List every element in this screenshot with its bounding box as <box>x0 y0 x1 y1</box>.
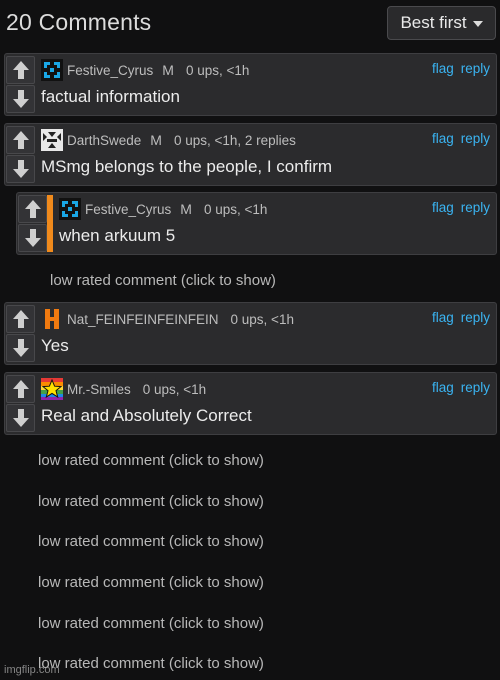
comment-text: when arkuum 5 <box>59 226 176 245</box>
comment-text: MSmg belongs to the people, I confirm <box>41 157 333 176</box>
upvote-button[interactable] <box>6 126 35 154</box>
downvote-button[interactable] <box>18 224 47 252</box>
vote-controls <box>17 193 49 254</box>
comment-username[interactable]: Mr.-Smiles <box>67 382 131 397</box>
comment-actions: flag reply <box>432 380 490 395</box>
flag-link[interactable]: flag <box>432 380 454 395</box>
downvote-button[interactable] <box>6 155 35 183</box>
low-rated-comment-toggle[interactable]: low rated comment (click to show) <box>38 574 264 591</box>
comment: Festive_Cyrus M 0 ups, <1h flag reply fa… <box>4 53 497 116</box>
comments-count-title: 20 Comments <box>6 9 152 35</box>
comment-meta: DarthSwede M 0 ups, <1h, 2 replies <box>41 129 296 151</box>
reply-comment: Festive_Cyrus M 0 ups, <1h flag reply wh… <box>16 192 497 255</box>
comment-actions: flag reply <box>432 200 490 215</box>
comment-meta: Festive_Cyrus M 0 ups, <1h <box>59 198 268 220</box>
comment-actions: flag reply <box>432 61 490 76</box>
blue-bracket-avatar-icon[interactable] <box>59 198 81 220</box>
comment: DarthSwede M 0 ups, <1h, 2 replies flag … <box>4 123 497 186</box>
low-rated-comment-toggle[interactable]: low rated comment (click to show) <box>38 533 264 550</box>
arrow-up-icon <box>12 131 29 149</box>
reply-link[interactable]: reply <box>461 380 490 395</box>
comments-header: 20 Comments Best first <box>0 0 500 46</box>
arrow-up-icon <box>12 61 29 79</box>
arrow-down-icon <box>12 160 29 178</box>
vote-controls <box>5 373 37 434</box>
low-rated-comment-toggle[interactable]: low rated comment (click to show) <box>38 493 264 510</box>
comment-actions: flag reply <box>432 131 490 146</box>
reply-link[interactable]: reply <box>461 200 490 215</box>
comment-info: 0 ups, <1h <box>230 311 294 327</box>
comment-username[interactable]: Festive_Cyrus <box>67 63 153 78</box>
arrow-down-icon <box>24 229 41 247</box>
vote-controls <box>5 303 37 364</box>
flag-link[interactable]: flag <box>432 131 454 146</box>
upvote-button[interactable] <box>6 56 35 84</box>
comment-info: 0 ups, <1h, 2 replies <box>173 132 296 148</box>
flag-link[interactable]: flag <box>432 310 454 325</box>
upvote-button[interactable] <box>6 305 35 333</box>
downvote-button[interactable] <box>6 404 35 432</box>
upvote-button[interactable] <box>18 195 47 223</box>
mod-badge: M <box>180 201 192 217</box>
flag-link[interactable]: flag <box>432 61 454 76</box>
comment-text: Yes <box>41 336 69 355</box>
comment-username[interactable]: Festive_Cyrus <box>85 202 171 217</box>
low-rated-comment-toggle[interactable]: low rated comment (click to show) <box>50 272 276 289</box>
arrow-up-icon <box>12 380 29 398</box>
mod-badge: M <box>150 132 162 148</box>
comment-info: 0 ups, <1h <box>142 381 207 397</box>
arrow-down-icon <box>12 409 29 427</box>
low-rated-comment-toggle[interactable]: low rated comment (click to show) <box>38 615 264 632</box>
comment-text: Real and Absolutely Correct <box>41 406 252 425</box>
vote-controls <box>5 124 37 185</box>
vote-controls <box>5 54 37 115</box>
comment-info: 0 ups, <1h <box>203 201 268 217</box>
reply-indicator-bar <box>47 195 53 252</box>
checker-avatar-icon[interactable] <box>41 129 63 151</box>
reply-link[interactable]: reply <box>461 310 490 325</box>
sort-dropdown[interactable]: Best first <box>387 6 496 40</box>
watermark: imgflip.com <box>4 664 60 676</box>
comment: Nat_FEINFEINFEINFEIN 0 ups, <1h flag rep… <box>4 302 497 365</box>
arrow-up-icon <box>24 200 41 218</box>
flag-link[interactable]: flag <box>432 200 454 215</box>
comment-actions: flag reply <box>432 310 490 325</box>
comment-info: 0 ups, <1h <box>185 62 250 78</box>
comment-meta: Nat_FEINFEINFEINFEIN 0 ups, <1h <box>41 308 294 330</box>
rainbow-star-avatar-icon[interactable] <box>41 378 63 400</box>
comment-meta: Festive_Cyrus M 0 ups, <1h <box>41 59 250 81</box>
comment-meta: Mr.-Smiles 0 ups, <1h <box>41 378 207 400</box>
upvote-button[interactable] <box>6 375 35 403</box>
mod-badge: M <box>162 62 174 78</box>
arrow-down-icon <box>12 339 29 357</box>
blue-bracket-avatar-icon[interactable] <box>41 59 63 81</box>
downvote-button[interactable] <box>6 334 35 362</box>
chevron-down-icon <box>472 21 483 27</box>
orange-h-avatar-icon[interactable] <box>41 308 63 330</box>
low-rated-comment-toggle[interactable]: low rated comment (click to show) <box>38 655 264 672</box>
comment-username[interactable]: Nat_FEINFEINFEINFEIN <box>67 312 219 327</box>
arrow-up-icon <box>12 310 29 328</box>
low-rated-comment-toggle[interactable]: low rated comment (click to show) <box>38 452 264 469</box>
arrow-down-icon <box>12 90 29 108</box>
downvote-button[interactable] <box>6 85 35 113</box>
reply-link[interactable]: reply <box>461 61 490 76</box>
comment-text: factual information <box>41 87 180 106</box>
sort-label: Best first <box>400 13 467 32</box>
comment-username[interactable]: DarthSwede <box>67 133 141 148</box>
reply-link[interactable]: reply <box>461 131 490 146</box>
comment: Mr.-Smiles 0 ups, <1h flag reply Real an… <box>4 372 497 435</box>
